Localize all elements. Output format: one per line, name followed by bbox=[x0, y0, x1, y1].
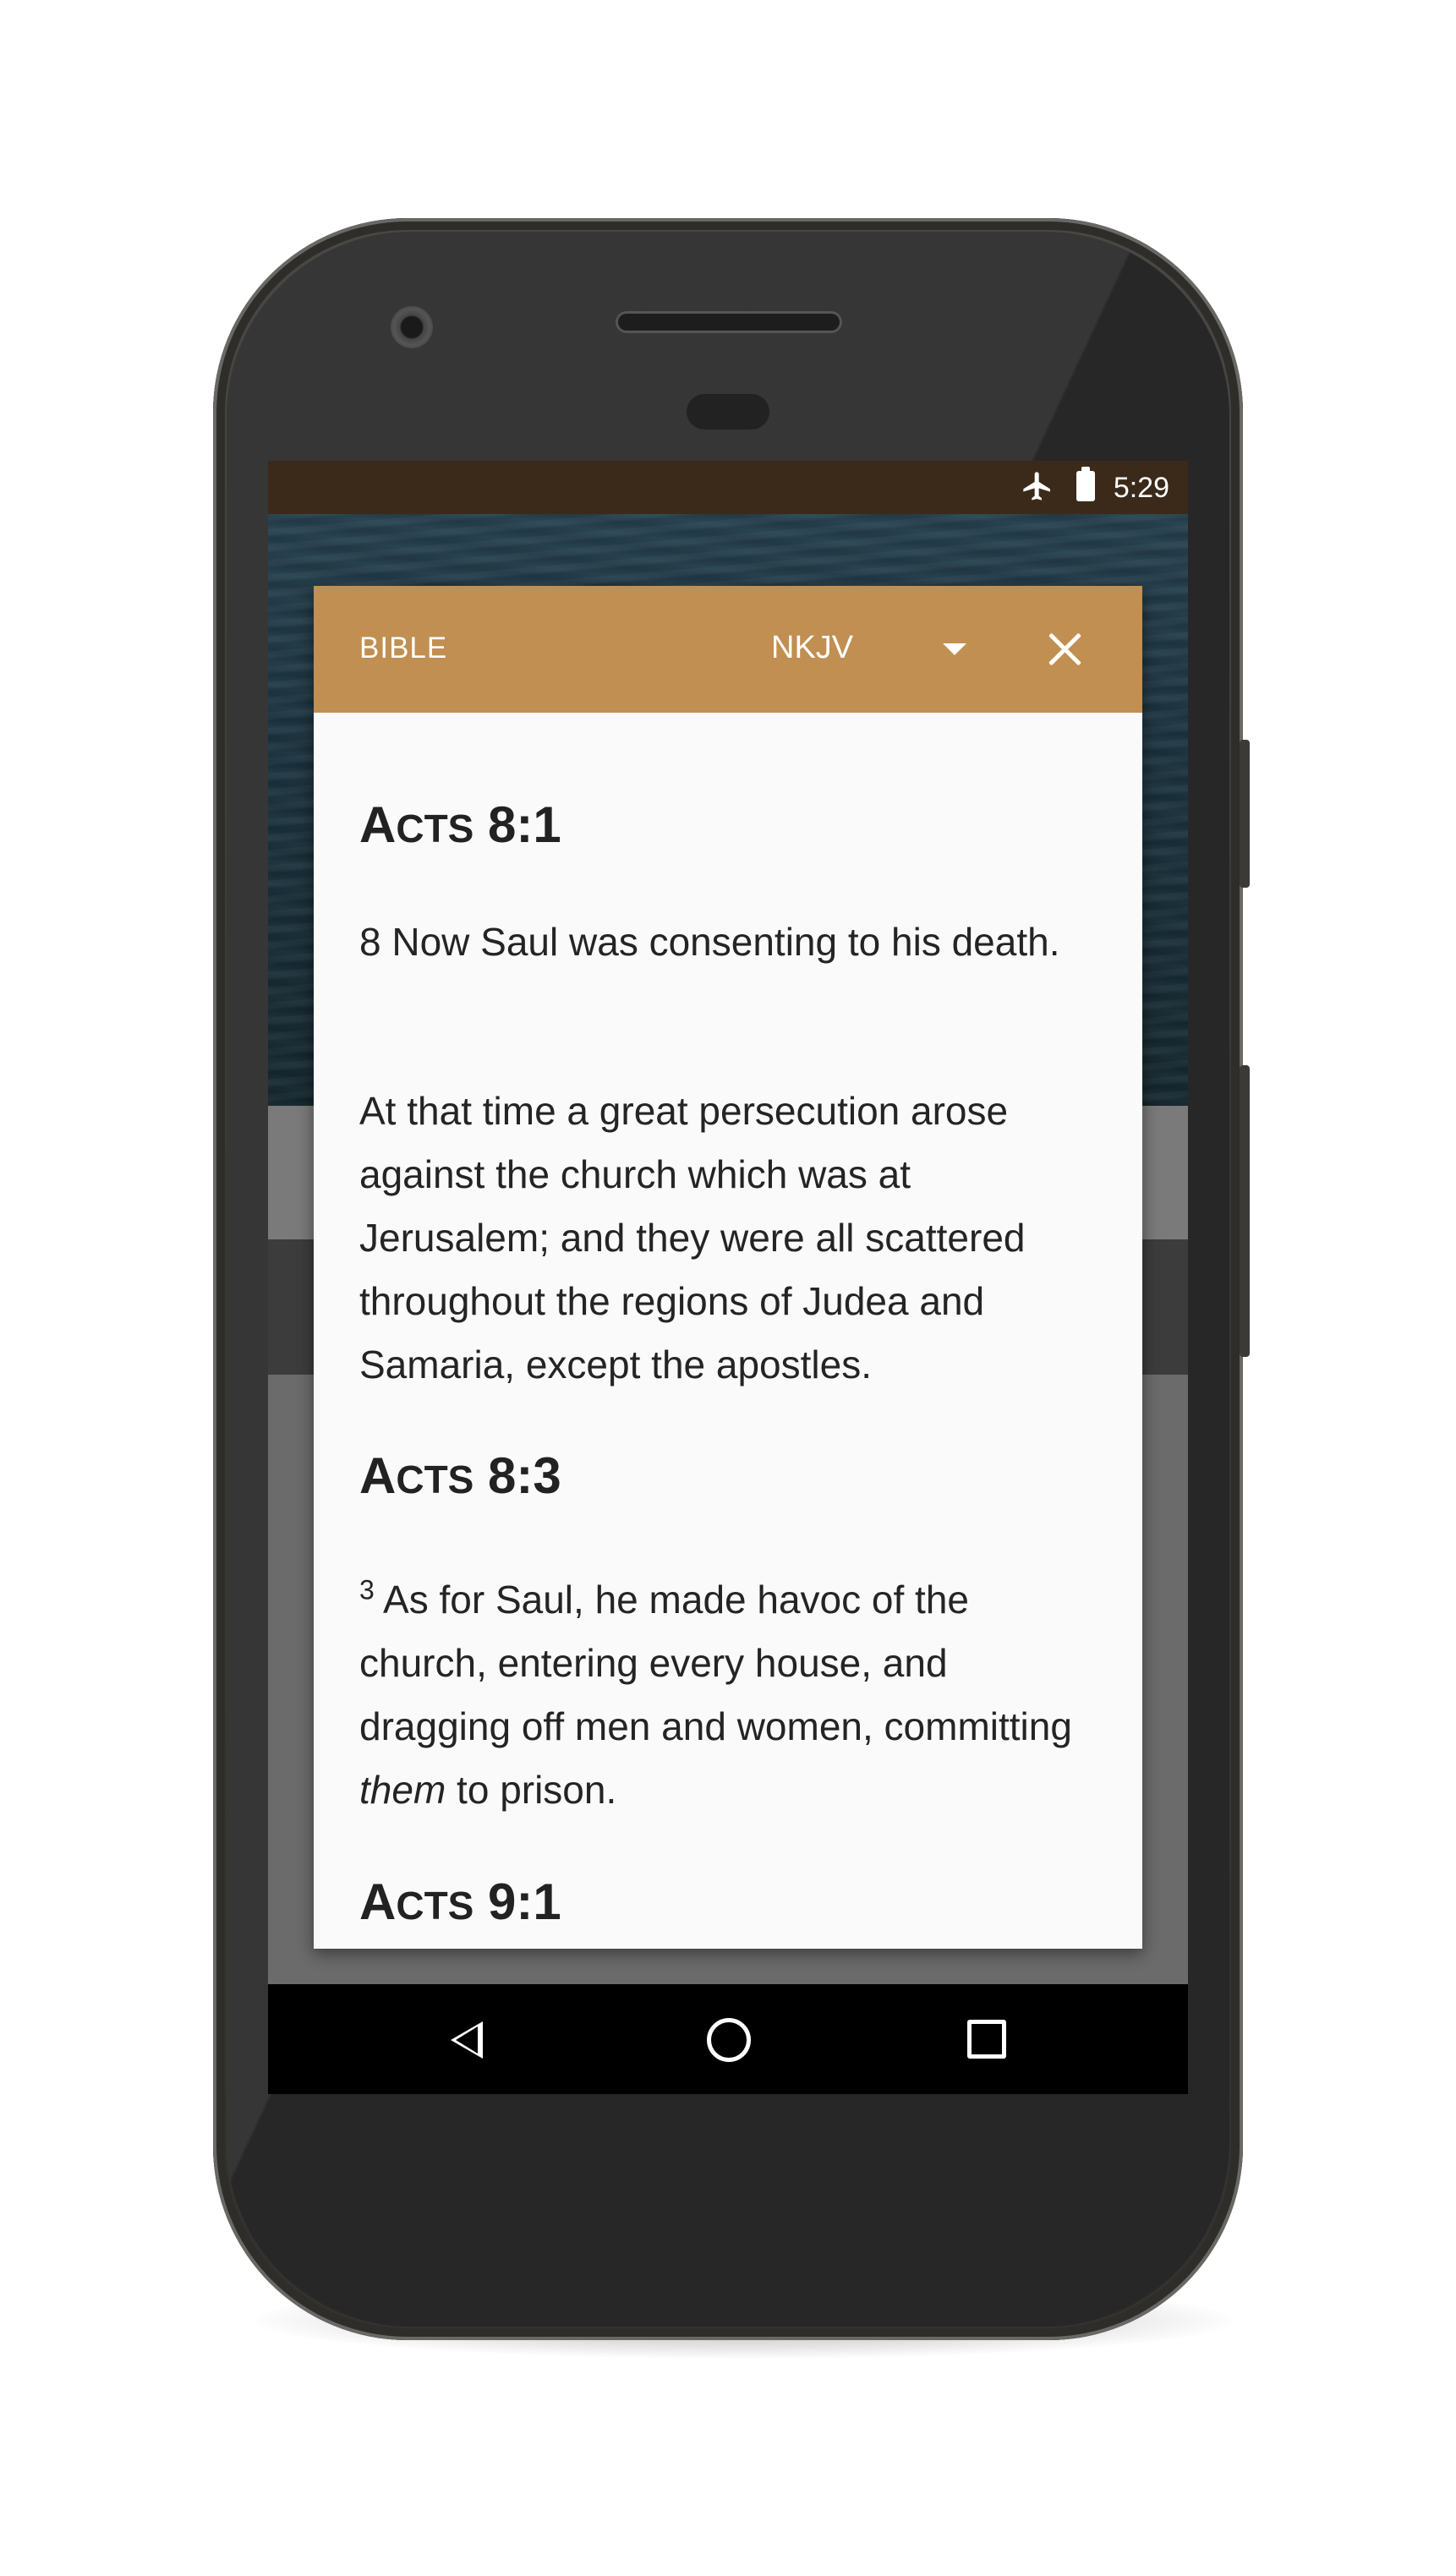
screen: 5:29 ← A BIBLE NKJV ACTS 8:1 8 Now Saul … bbox=[268, 461, 1188, 2094]
caret-down-icon[interactable] bbox=[943, 643, 966, 655]
dialog-title: BIBLE bbox=[359, 632, 448, 665]
verse-paragraph: 3 As for Saul, he made havoc of the chur… bbox=[359, 1568, 1103, 1822]
verse-number: 3 bbox=[359, 1574, 375, 1605]
volume-button bbox=[1240, 1065, 1250, 1357]
verse-text: to prison. bbox=[446, 1768, 617, 1812]
ref-chapter: 9:1 bbox=[473, 1873, 561, 1930]
bible-dialog: BIBLE NKJV ACTS 8:1 8 Now Saul was conse… bbox=[314, 586, 1142, 1949]
nav-back-icon[interactable] bbox=[451, 2021, 483, 2059]
status-time: 5:29 bbox=[1113, 472, 1169, 504]
version-selector[interactable]: NKJV bbox=[771, 628, 853, 667]
reference-heading: ACTS 8:1 bbox=[359, 796, 561, 858]
verse-paragraph: 8 Now Saul was consenting to his death. bbox=[359, 920, 1060, 964]
verse-italic: them bbox=[359, 1768, 446, 1812]
dialog-header: BIBLE NKJV bbox=[314, 586, 1142, 713]
ref-prefix: A bbox=[359, 796, 397, 853]
verse-text: As for Saul, he made havoc of the church… bbox=[359, 1578, 1072, 1748]
airplane-mode-icon bbox=[1023, 472, 1050, 500]
ref-chapter: 8:1 bbox=[473, 796, 561, 853]
navigation-bar bbox=[268, 1984, 1188, 2094]
power-button bbox=[1240, 740, 1250, 888]
ref-prefix: A bbox=[359, 1873, 397, 1930]
ref-smallcaps: CTS bbox=[396, 1884, 474, 1928]
verse-paragraph: At that time a great persecution arose a… bbox=[359, 1089, 1026, 1386]
reference-heading: ACTS 9:1 bbox=[359, 1873, 561, 1935]
ref-chapter: 8:3 bbox=[473, 1447, 561, 1504]
nav-recents-icon[interactable] bbox=[967, 2020, 1006, 2059]
ref-prefix: A bbox=[359, 1447, 397, 1504]
front-camera bbox=[391, 306, 433, 348]
proximity-sensor bbox=[687, 394, 769, 429]
ref-smallcaps: CTS bbox=[396, 807, 474, 850]
earpiece-speaker bbox=[616, 311, 842, 333]
nav-home-icon[interactable] bbox=[707, 2018, 751, 2062]
status-bar: 5:29 bbox=[268, 461, 1188, 514]
battery-icon bbox=[1076, 467, 1095, 501]
close-icon[interactable] bbox=[1043, 626, 1087, 670]
ref-smallcaps: CTS bbox=[396, 1458, 474, 1501]
reference-heading: ACTS 8:3 bbox=[359, 1447, 561, 1509]
